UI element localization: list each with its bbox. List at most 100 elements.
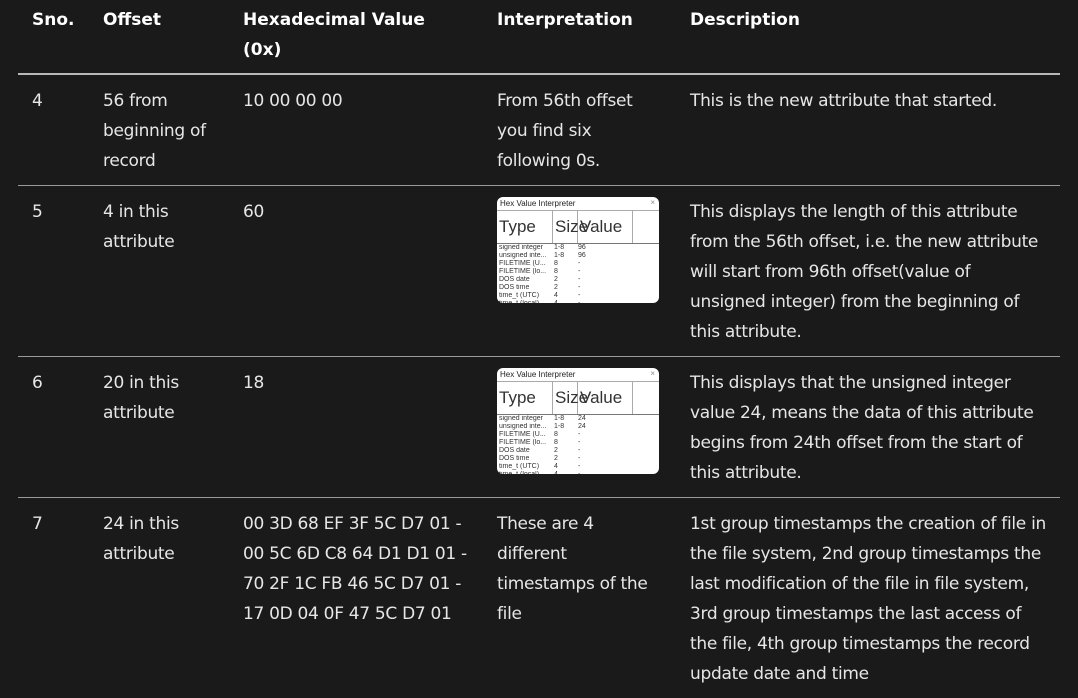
hvi-cell: -	[578, 284, 581, 291]
hvi-cell: time_t (local)	[497, 300, 552, 303]
cell-interpretation: Hex Value Interpreter × Type SizeValue signe…	[483, 356, 676, 498]
cell-offset: 56 from beginning of record	[89, 74, 229, 186]
header-offset: Offset	[89, 0, 229, 75]
cell-description: This displays that the unsigned integer …	[676, 356, 1060, 498]
cell-description: 1st group timestamps the creation of fil…	[690, 514, 1046, 684]
hvi-cell: 8	[554, 260, 558, 267]
hvi-cell: DOS time	[499, 455, 530, 462]
hvi-title-bar: Hex Value Interpreter ×	[497, 368, 659, 381]
hvi-cell: 1-8	[554, 244, 565, 251]
hvi-cell: time_t (UTC)	[499, 292, 540, 299]
header-description: Description	[676, 0, 1060, 75]
hvi-cell: 2	[554, 284, 558, 291]
hvi-cell: FILETIME (lo...	[499, 439, 547, 446]
hvi-title-bar: Hex Value Interpreter ×	[497, 197, 659, 210]
hex-value-interpreter-screenshot: Hex Value Interpreter × Type SizeValue signe…	[497, 368, 659, 474]
hvi-cell: -	[578, 431, 581, 438]
cell-hex: 60	[229, 185, 483, 357]
cell-description: This displays the length of this attribu…	[676, 185, 1060, 357]
hvi-cell: 96	[578, 252, 586, 259]
hvi-cell: 8	[554, 439, 558, 446]
hvi-cell: 4	[554, 463, 558, 470]
hvi-cell: 1-8	[554, 252, 565, 259]
cell-interpretation: From 56th offset you find six following …	[483, 74, 676, 186]
hvi-cell: DOS time	[499, 284, 530, 291]
close-icon: ×	[650, 369, 655, 378]
cell-interpretation: Hex Value Interpreter × Type SizeValue signe…	[483, 185, 676, 357]
hvi-cell: unsigned inte...	[499, 423, 547, 430]
table-header-row: Sno. Offset Hexadecimal Value (0x) Inter…	[18, 0, 1060, 75]
hvi-column-header: Value	[578, 382, 633, 414]
hvi-cell: -	[578, 463, 581, 470]
hvi-cell: time_t (UTC)	[499, 463, 540, 470]
header-sno: Sno.	[18, 0, 89, 75]
hvi-column-header: Size	[553, 382, 588, 414]
hvi-row: time_t (local)4-	[497, 300, 659, 303]
hvi-row: FILETIME (lo... 8 -	[497, 439, 659, 447]
hvi-cell: -	[578, 276, 581, 283]
hvi-cell: 8	[554, 431, 558, 438]
hvi-cell: 4	[552, 471, 576, 474]
hvi-cell: 2	[554, 447, 558, 454]
header-interpretation: Interpretation	[483, 0, 676, 75]
hvi-cell: 1-8	[554, 415, 565, 422]
hvi-cell: 2	[554, 455, 558, 462]
table-row: 6 20 in this attribute 18 Hex Value Inte…	[18, 356, 1060, 498]
hvi-cell: signed integer	[499, 244, 543, 251]
hvi-row: unsigned inte... 1-8 96	[497, 252, 659, 260]
hvi-cell: -	[578, 455, 581, 462]
hvi-cell: DOS date	[499, 276, 530, 283]
hvi-cell: unsigned inte...	[499, 252, 547, 259]
hvi-row: FILETIME (U... 8 -	[497, 431, 659, 439]
hvi-title: Hex Value Interpreter	[500, 199, 576, 208]
hvi-cell: 1-8	[554, 423, 565, 430]
cell-hex: 00 3D 68 EF 3F 5C D7 01 - 00 5C 6D C8 64…	[243, 514, 467, 624]
hvi-cell: 2	[554, 276, 558, 283]
hvi-row: FILETIME (lo... 8 -	[497, 268, 659, 276]
hvi-column-headers: Type SizeValue	[497, 210, 659, 244]
hvi-row: time_t (UTC) 4-	[497, 292, 659, 300]
hvi-cell: 96	[578, 244, 586, 251]
hvi-cell: 4	[554, 292, 558, 299]
hvi-cell: 8	[554, 268, 558, 275]
cell-sno: 6	[18, 356, 89, 498]
hvi-row: signed integer 1-8 24	[497, 415, 659, 423]
cell-description: This is the new attribute that started.	[676, 74, 1060, 186]
cell-sno: 4	[18, 74, 89, 186]
hvi-row: time_t (UTC) 4-	[497, 463, 659, 471]
cell-hex: 18	[229, 356, 483, 498]
hvi-row: unsigned inte... 1-8 24	[497, 423, 659, 431]
table-row: 5 4 in this attribute 60 Hex Value Inter…	[18, 185, 1060, 357]
cell-offset: 4 in this attribute	[89, 185, 229, 357]
hvi-cell: time_t (local)	[497, 471, 552, 474]
cell-sno: 5	[18, 185, 89, 357]
hvi-row: FILETIME (U... 8 -	[497, 260, 659, 268]
hvi-row: signed integer 1-8 96	[497, 244, 659, 252]
hvi-cell: DOS date	[499, 447, 530, 454]
hvi-cell: -	[578, 447, 581, 454]
hvi-title: Hex Value Interpreter	[500, 370, 576, 379]
cell-interpretation: These are 4 different timestamps of the …	[497, 514, 648, 624]
header-hex-value: Hexadecimal Value (0x)	[229, 0, 483, 75]
ntfs-attribute-table: Sno. Offset Hexadecimal Value (0x) Inter…	[18, 0, 1060, 698]
hvi-row: DOS date 2 -	[497, 447, 659, 455]
hvi-row: DOS time 2 -	[497, 455, 659, 463]
cell-hex: 10 00 00 00	[229, 74, 483, 186]
hvi-column-header: Type	[497, 382, 553, 414]
table-row: 4 56 from beginning of record 10 00 00 0…	[18, 74, 1060, 186]
hvi-cell: 4	[552, 300, 576, 303]
cell-sno: 7	[32, 514, 43, 534]
hvi-cell: -	[578, 292, 581, 299]
hvi-row: DOS time 2 -	[497, 284, 659, 292]
hvi-column-header: Type	[497, 211, 553, 243]
hvi-cell: -	[578, 260, 581, 267]
hvi-cell: 24	[578, 415, 586, 422]
cell-offset: 24 in this attribute	[103, 514, 179, 564]
close-icon: ×	[650, 198, 655, 207]
hvi-cell: FILETIME (U...	[499, 431, 546, 438]
cell-offset: 20 in this attribute	[89, 356, 229, 498]
hvi-cell: FILETIME (lo...	[499, 268, 547, 275]
hvi-cell: -	[576, 300, 630, 303]
hvi-cell: -	[576, 471, 630, 474]
hvi-cell: FILETIME (U...	[499, 260, 546, 267]
